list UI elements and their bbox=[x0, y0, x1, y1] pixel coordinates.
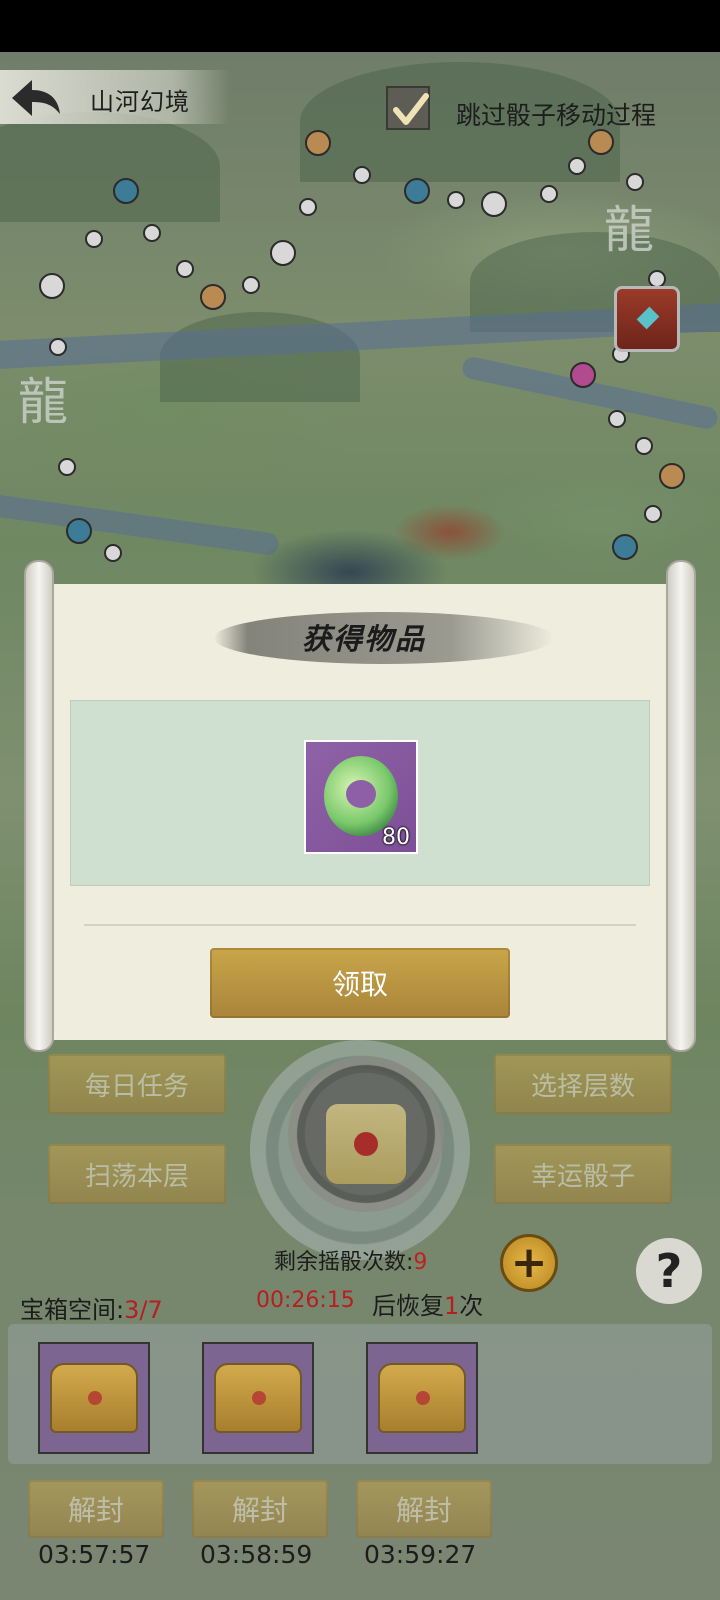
remaining-rolls-label: 剩余摇骰次数: bbox=[274, 1250, 414, 1275]
remaining-rolls: 剩余摇骰次数:9 bbox=[274, 1244, 427, 1276]
status-bar bbox=[0, 0, 720, 52]
unseal-button[interactable]: 解封 bbox=[356, 1480, 492, 1538]
chest-slot[interactable] bbox=[202, 1342, 314, 1454]
remaining-rolls-count: 9 bbox=[413, 1250, 428, 1275]
roll-dice-button[interactable] bbox=[326, 1104, 406, 1184]
question-icon: ? bbox=[655, 1244, 683, 1298]
dice-pip-icon bbox=[354, 1132, 378, 1156]
skip-dice-label: 跳过骰子移动过程 bbox=[456, 101, 657, 130]
chest-space: 宝箱空间:3/7 bbox=[20, 1290, 163, 1325]
dragon-icon: 龍 bbox=[604, 201, 654, 259]
recover-prefix: 后恢复 bbox=[372, 1292, 444, 1320]
back-button[interactable] bbox=[8, 76, 64, 120]
recover-timer: 00:26:15 bbox=[256, 1288, 355, 1313]
treasure-chest-icon bbox=[50, 1363, 138, 1433]
select-floor-button[interactable]: 选择层数 bbox=[494, 1054, 672, 1114]
recover-text: 后恢复1次 bbox=[372, 1286, 483, 1321]
chest-space-label: 宝箱空间: bbox=[20, 1296, 125, 1324]
item-count: 80 bbox=[382, 825, 410, 850]
recover-suffix: 次 bbox=[459, 1292, 484, 1320]
back-arrow-icon bbox=[12, 80, 60, 116]
page-title: 山河幻境 bbox=[90, 88, 190, 116]
dialog-title: 获得物品 bbox=[301, 622, 426, 656]
reward-item[interactable]: 80 bbox=[304, 740, 418, 854]
treasure-chest-icon bbox=[378, 1363, 466, 1433]
checkmark-icon bbox=[393, 93, 429, 125]
divider bbox=[84, 924, 636, 926]
help-button[interactable]: ? bbox=[636, 1238, 702, 1304]
treasure-chest-icon bbox=[214, 1363, 302, 1433]
scroll-rod-left bbox=[24, 560, 54, 1052]
chest-slot[interactable] bbox=[366, 1342, 478, 1454]
chest-space-value: 3/7 bbox=[124, 1296, 163, 1324]
jade-ring-icon bbox=[324, 756, 398, 836]
chest-slot[interactable] bbox=[38, 1342, 150, 1454]
dragon-icon: 龍 bbox=[18, 373, 68, 431]
chest-countdown: 03:58:59 bbox=[200, 1540, 313, 1569]
chest-countdown: 03:59:27 bbox=[364, 1540, 477, 1569]
skip-dice-checkbox[interactable] bbox=[386, 86, 430, 130]
map-treasure-chest[interactable] bbox=[614, 286, 680, 352]
lucky-dice-button[interactable]: 幸运骰子 bbox=[494, 1144, 672, 1204]
gem-icon bbox=[636, 306, 660, 330]
scroll-rod-right bbox=[666, 560, 696, 1052]
daily-tasks-button[interactable]: 每日任务 bbox=[48, 1054, 226, 1114]
sweep-floor-button[interactable]: 扫荡本层 bbox=[48, 1144, 226, 1204]
recover-count: 1 bbox=[444, 1292, 460, 1320]
unseal-button[interactable]: 解封 bbox=[28, 1480, 164, 1538]
plus-icon: + bbox=[510, 1237, 548, 1288]
chest-countdown: 03:57:57 bbox=[38, 1540, 151, 1569]
unseal-button[interactable]: 解封 bbox=[192, 1480, 328, 1538]
add-rolls-button[interactable]: + bbox=[500, 1234, 558, 1292]
claim-button[interactable]: 领取 bbox=[210, 948, 510, 1018]
